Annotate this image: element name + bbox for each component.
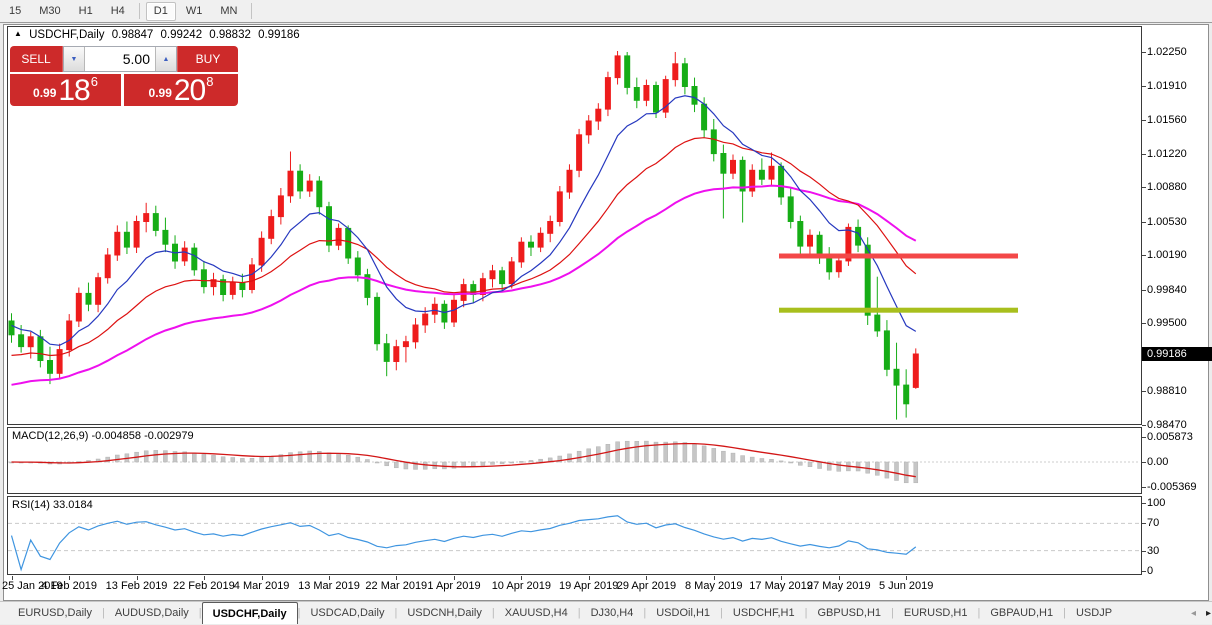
- buy-button[interactable]: BUY: [177, 46, 238, 72]
- sell-price-prefix: 0.99: [33, 86, 56, 100]
- chart-tab-gbpaud-h1[interactable]: GBPAUD,H1: [980, 602, 1063, 624]
- chart-tab-usdchf-h1[interactable]: USDCHF,H1: [723, 602, 805, 624]
- chart-tab-usdoil-h1[interactable]: USDOil,H1: [646, 602, 720, 624]
- tab-scroll-left-icon[interactable]: ◂: [1186, 608, 1201, 619]
- buy-price-display[interactable]: 0.99 20 8: [124, 74, 238, 106]
- chart-tab-audusd-daily[interactable]: AUDUSD,Daily: [105, 602, 199, 624]
- buy-price-big: 20: [174, 77, 205, 104]
- chart-tab-xauusd-h4[interactable]: XAUUSD,H4: [495, 602, 578, 624]
- buy-price-sup: 8: [206, 74, 213, 89]
- rsi-pane[interactable]: [7, 496, 1142, 575]
- chart-tab-usdchf-daily[interactable]: USDCHF,Daily: [202, 602, 298, 624]
- volume-decrease-icon[interactable]: ▼: [64, 47, 85, 71]
- chart-tab-gbpusd-h1[interactable]: GBPUSD,H1: [807, 602, 891, 624]
- timeframe-toolbar: 15 M30 H1 H4 D1 W1 MN: [0, 0, 1212, 23]
- buy-price-prefix: 0.99: [149, 86, 172, 100]
- collapse-triangle-icon[interactable]: ▲: [14, 29, 22, 38]
- tab-scroll-arrows: ◂▸: [1186, 602, 1212, 624]
- chart-title: ▲ USDCHF,Daily 0.98847 0.99242 0.98832 0…: [14, 29, 304, 41]
- chart-close-value: 0.99186: [258, 29, 300, 41]
- macd-indicator-label: MACD(12,26,9) -0.004858 -0.002979: [12, 430, 194, 442]
- chart-tab-usdcad-daily[interactable]: USDCAD,Daily: [300, 602, 394, 624]
- sell-price-big: 18: [58, 77, 89, 104]
- volume-increase-icon[interactable]: ▲: [155, 47, 176, 71]
- toolbar-separator: [139, 3, 140, 19]
- timeframe-button-m15[interactable]: 15: [1, 2, 29, 21]
- timeframe-button-mn[interactable]: MN: [212, 2, 245, 21]
- timeframe-button-h4[interactable]: H4: [103, 2, 133, 21]
- chart-high-value: 0.99242: [161, 29, 203, 41]
- toolbar-separator: [251, 3, 252, 19]
- timeframe-button-h1[interactable]: H1: [71, 2, 101, 21]
- volume-stepper: ▼ ▲: [63, 46, 177, 72]
- chart-open-value: 0.98847: [112, 29, 154, 41]
- rsi-indicator-label: RSI(14) 33.0184: [12, 499, 93, 511]
- sell-button[interactable]: SELL: [10, 46, 63, 72]
- chart-tab-dj30-h4[interactable]: DJ30,H4: [581, 602, 644, 624]
- volume-input[interactable]: [85, 47, 155, 71]
- chart-low-value: 0.98832: [209, 29, 251, 41]
- chart-symbol-label: USDCHF,Daily: [29, 29, 104, 41]
- tab-scroll-right-icon[interactable]: ▸: [1201, 608, 1212, 619]
- timeframe-button-d1[interactable]: D1: [146, 2, 176, 21]
- chart-tab-usdjp[interactable]: USDJP: [1066, 602, 1122, 624]
- timeframe-button-m30[interactable]: M30: [31, 2, 68, 21]
- sell-price-display[interactable]: 0.99 18 6: [10, 74, 121, 106]
- one-click-trading-panel: SELL ▼ ▲ BUY 0.99 18 6 0.99 20 8: [10, 46, 238, 106]
- chart-tab-usdcnh-daily[interactable]: USDCNH,Daily: [397, 602, 492, 624]
- chart-tab-eurusd-daily[interactable]: EURUSD,Daily: [8, 602, 102, 624]
- chart-tab-eurusd-h1[interactable]: EURUSD,H1: [894, 602, 978, 624]
- chart-tab-bar: EURUSD,Daily|AUDUSD,Daily|USDCHF,Daily|U…: [0, 601, 1212, 624]
- timeframe-button-w1[interactable]: W1: [178, 2, 211, 21]
- sell-price-sup: 6: [91, 74, 98, 89]
